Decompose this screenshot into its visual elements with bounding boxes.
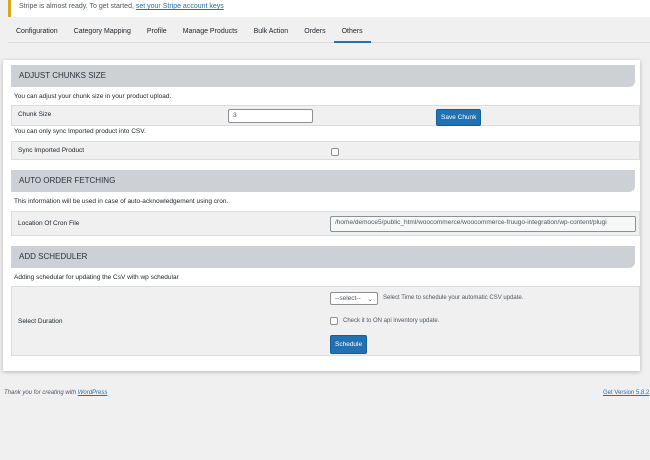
inventory-checkbox[interactable]: [330, 317, 338, 325]
chunks-description: You can adjust your chunk size in your p…: [14, 93, 172, 100]
duration-label: Select Duration: [18, 318, 63, 325]
sync-description: You can only sync Imported product into …: [14, 128, 146, 135]
footer-thanks: Thank you for creating with WordPress: [4, 390, 107, 396]
scheduler-description: Adding schedular for updating the CsV wi…: [14, 274, 179, 281]
chunk-size-input[interactable]: 3: [228, 109, 313, 123]
tab-orders[interactable]: Orders: [296, 24, 333, 43]
settings-card: ADJUST CHUNKS SIZE You can adjust your c…: [3, 60, 640, 371]
scheduler-row: Select Duration --select-- ⌄ Select Time…: [11, 286, 640, 356]
tab-bar: Configuration Category Mapping Profile M…: [8, 24, 371, 43]
wordpress-link[interactable]: WordPress: [78, 390, 108, 396]
sync-row: Sync Imported Product: [11, 141, 640, 160]
tab-manage-products[interactable]: Manage Products: [175, 24, 246, 43]
inventory-check-label: Check it to ON api inventory update.: [343, 318, 440, 324]
sync-label: Sync Imported Product: [18, 147, 85, 154]
orders-description: This information will be used in case of…: [14, 198, 229, 205]
chunk-size-row: Chunk Size 3 Save Chunk: [11, 105, 640, 126]
schedule-button[interactable]: Schedule: [330, 335, 368, 354]
tab-others[interactable]: Others: [333, 24, 371, 43]
footer-text: Thank you for creating with: [4, 390, 77, 396]
section-header-orders: AUTO ORDER FETCHING: [11, 170, 635, 192]
section-header-scheduler: ADD SCHEDULER: [11, 246, 635, 268]
sync-checkbox[interactable]: [331, 148, 339, 156]
cron-row: Location Of Cron File /home/democe5/publ…: [11, 211, 640, 236]
duration-hint: Select Time to schedule your automatic C…: [383, 295, 524, 301]
tab-category-mapping[interactable]: Category Mapping: [66, 24, 139, 43]
cron-label: Location Of Cron File: [18, 220, 80, 227]
get-version-link[interactable]: Get Version 5.8.2: [603, 390, 649, 396]
stripe-keys-link[interactable]: set your Stripe account keys: [136, 3, 224, 10]
notice-text: Stripe is almost ready. To get started,: [19, 3, 134, 10]
duration-select[interactable]: --select-- ⌄: [330, 292, 378, 305]
tab-bulk-action[interactable]: Bulk Action: [246, 24, 297, 43]
stripe-notice: Stripe is almost ready. To get started, …: [8, 0, 650, 17]
section-header-chunks: ADJUST CHUNKS SIZE: [11, 65, 635, 87]
tab-configuration[interactable]: Configuration: [8, 24, 66, 43]
duration-select-value: --select--: [335, 295, 361, 302]
chunk-size-label: Chunk Size: [18, 111, 52, 118]
cron-location-input[interactable]: /home/democe5/public_html/woocommerce/wo…: [330, 216, 636, 232]
save-chunk-button[interactable]: Save Chunk: [436, 109, 482, 126]
tab-profile[interactable]: Profile: [139, 24, 175, 43]
chevron-down-icon: ⌄: [367, 296, 373, 303]
